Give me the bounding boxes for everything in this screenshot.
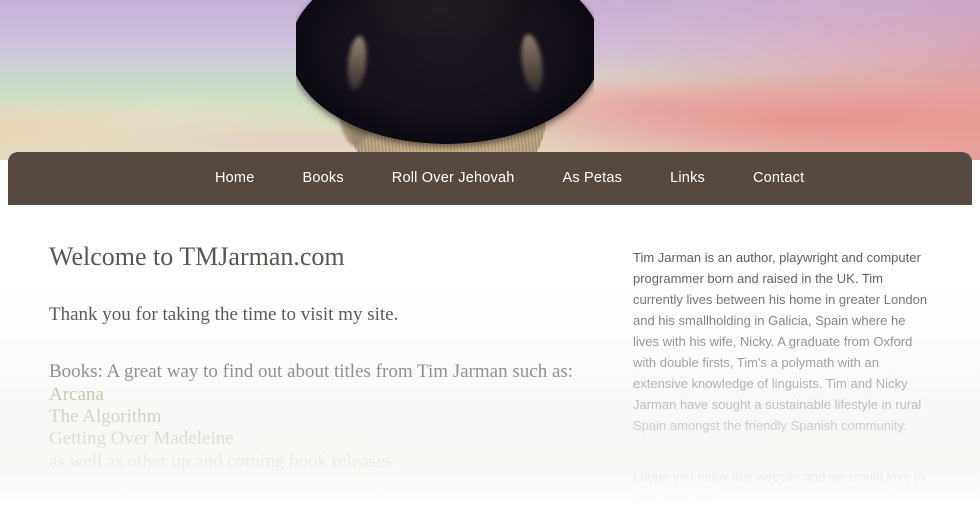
nav-item-as-petas[interactable]: As Petas [538,152,646,205]
nav-item-roll-over-jehovah[interactable]: Roll Over Jehovah [368,152,539,205]
nav-list: Home Books Roll Over Jehovah As Petas Li… [8,152,828,205]
bio-paragraph: Tim Jarman is an author, playwright and … [633,250,928,434]
hero-banner [0,0,980,160]
content-area: Welcome to TMJarman.com Thank you for ta… [0,205,980,507]
nav-item-contact[interactable]: Contact [729,152,828,205]
main-navigation: Home Books Roll Over Jehovah As Petas Li… [8,152,972,205]
book-link-getting-over-madeleine[interactable]: Getting Over Madeleine [49,428,594,450]
page-title: Welcome to TMJarman.com [49,242,345,271]
portrait-photo [296,0,594,160]
book-link-arcana[interactable]: Arcana [49,384,594,406]
nav-item-books[interactable]: Books [278,152,367,205]
book-link-the-algorithm[interactable]: The Algorithm [49,406,594,428]
intro-paragraph: Thank you for taking the time to visit m… [49,303,399,325]
books-intro-paragraph: Books: A great way to find out about tit… [49,360,574,382]
books-tail-text: as well as other up and coming book rele… [49,451,397,473]
book-links-list: Arcana The Algorithm Getting Over Madele… [49,384,594,451]
nav-item-links[interactable]: Links [646,152,729,205]
sidebar-column: Tim Jarman is an author, playwright and … [633,247,935,507]
main-column: Welcome to TMJarman.com Thank you for ta… [49,241,594,473]
page-root: Home Books Roll Over Jehovah As Petas Li… [0,0,980,507]
closing-paragraph: I hope you enjoy this website and we wou… [633,469,925,506]
nav-item-home[interactable]: Home [191,152,278,205]
